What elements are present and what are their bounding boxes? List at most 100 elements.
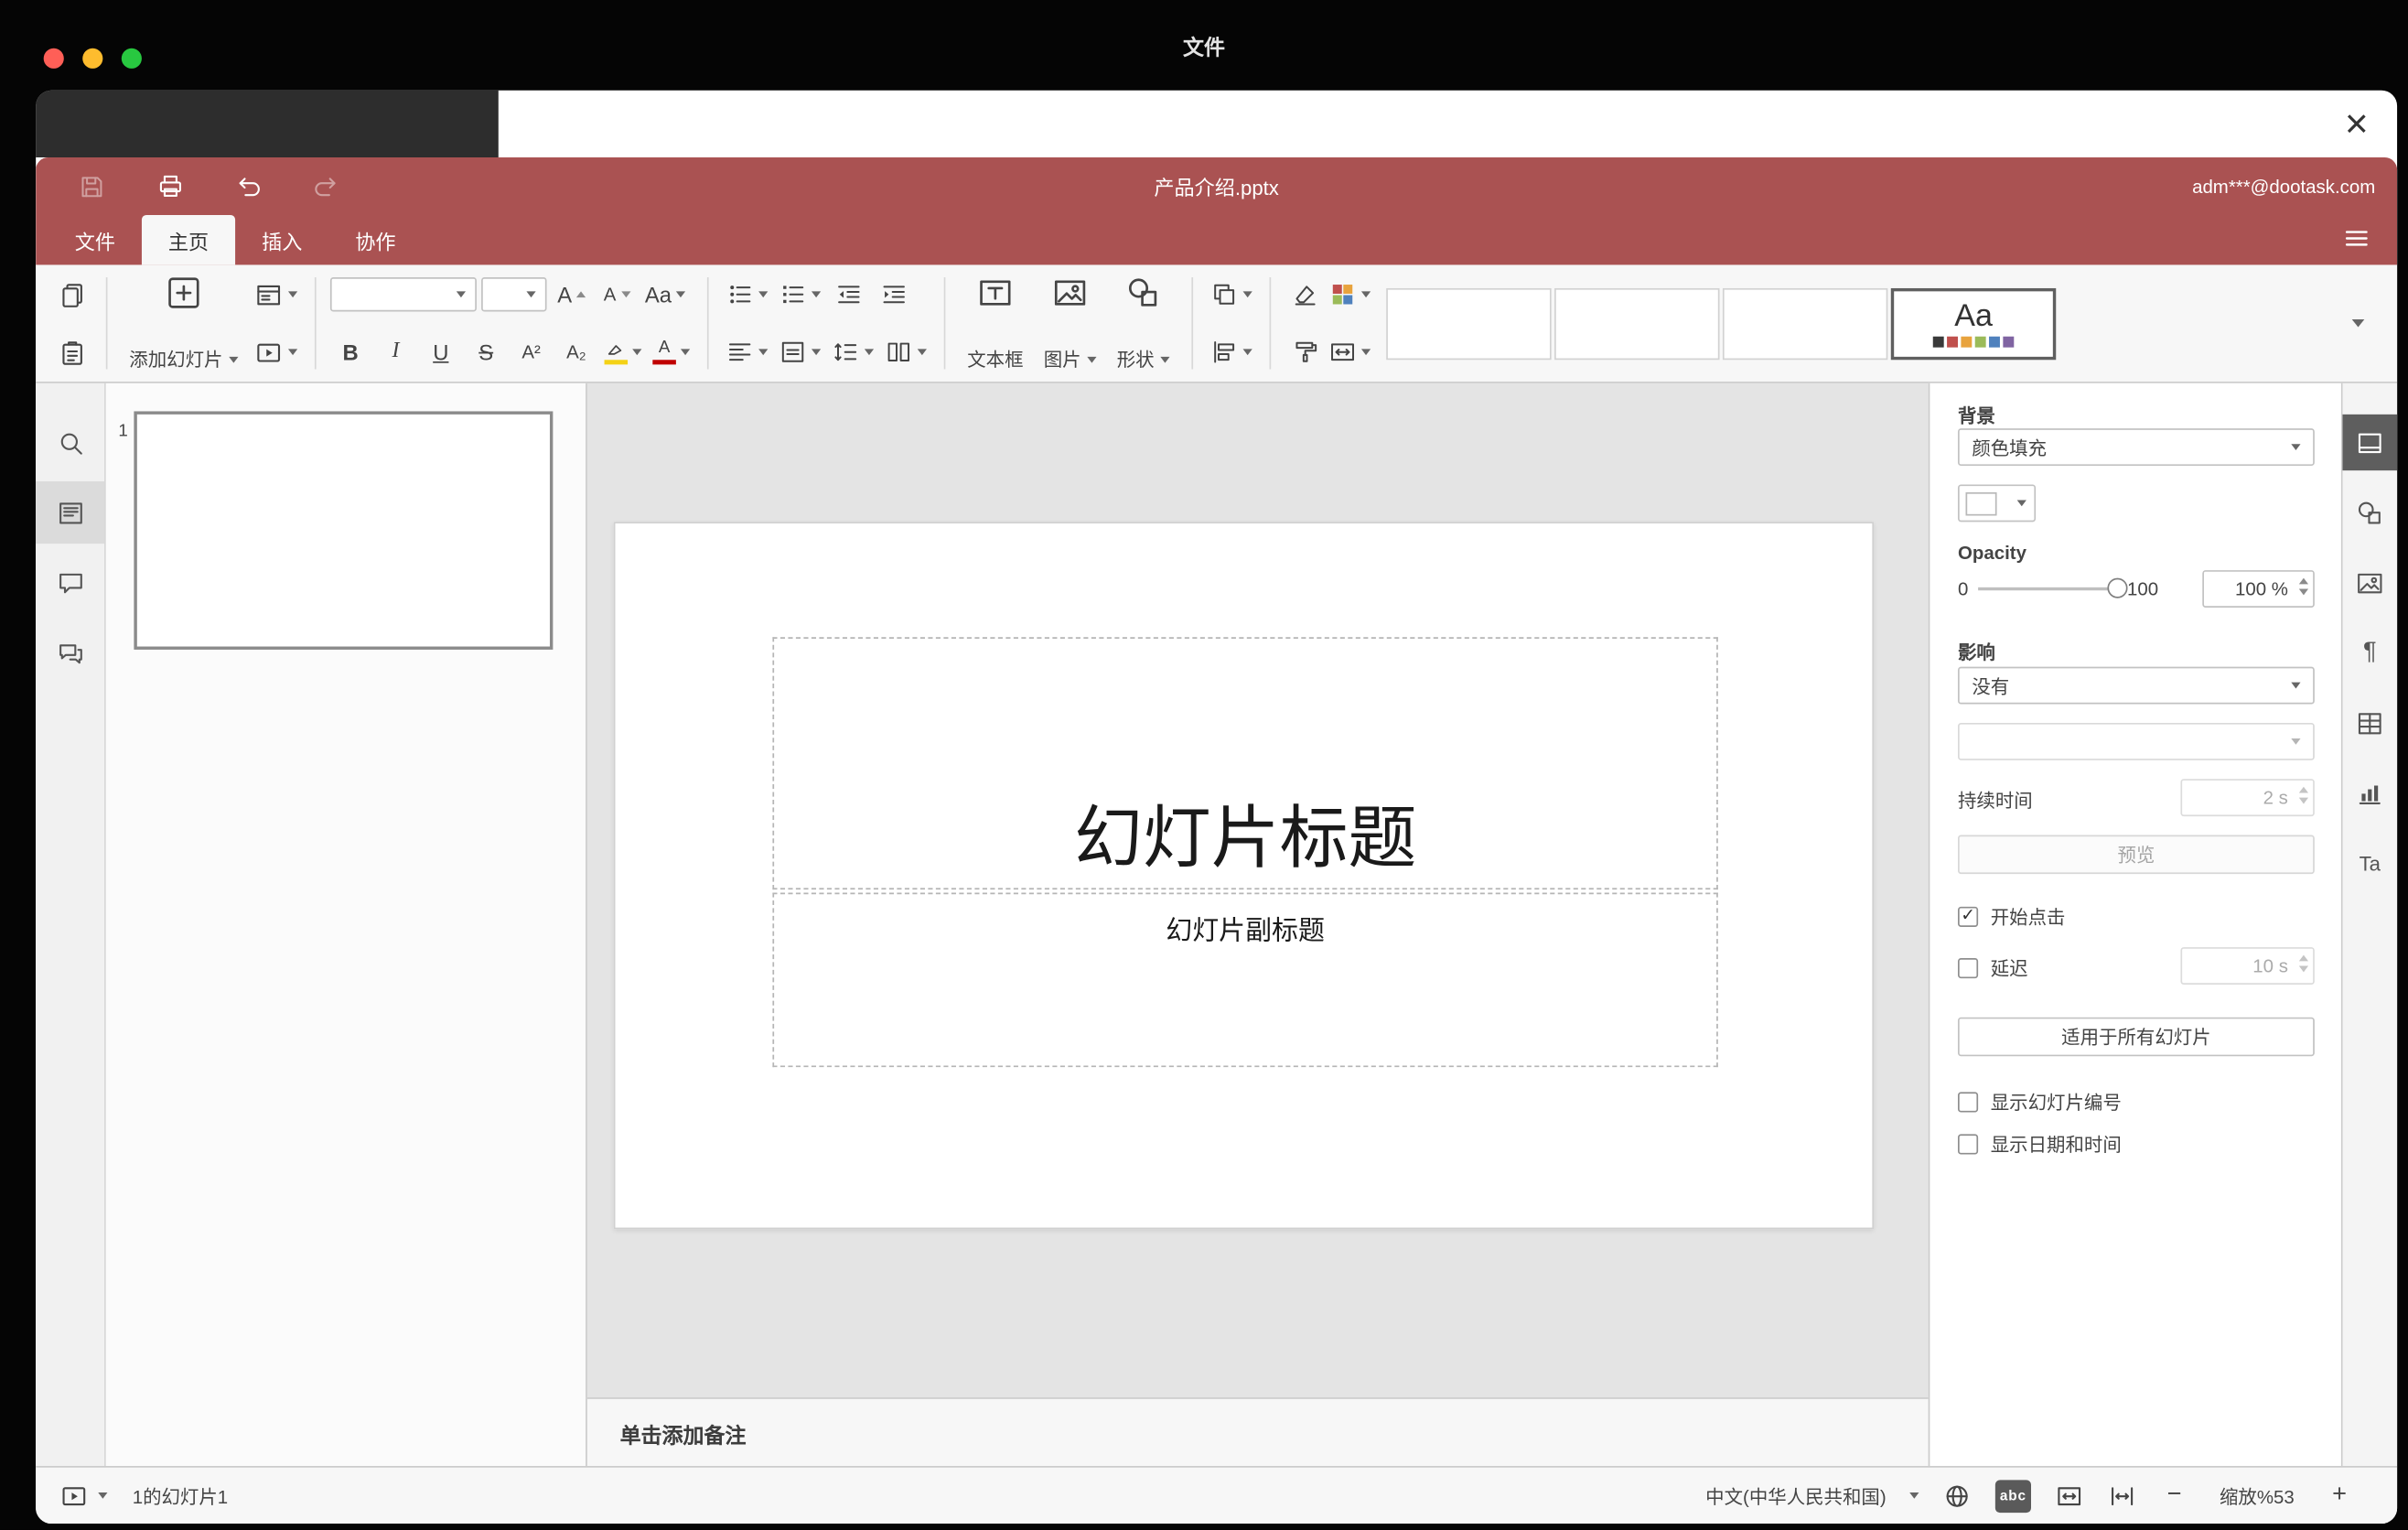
start-slideshow-button[interactable] — [251, 332, 300, 372]
close-window-button[interactable] — [43, 48, 64, 69]
apply-to-all-slides-button[interactable]: 适用于所有幻灯片 — [1957, 1017, 2315, 1057]
effect-select[interactable]: 没有 — [1957, 666, 2315, 705]
duration-spinbox[interactable]: 2 s — [2180, 779, 2315, 817]
horizontal-align-button[interactable] — [723, 332, 771, 372]
theme-thumbnail-3[interactable] — [1723, 287, 1888, 360]
chevron-down-icon[interactable] — [98, 1492, 108, 1499]
comments-button[interactable] — [36, 552, 104, 614]
strikethrough-button[interactable]: S — [466, 332, 506, 372]
delay-spinbox[interactable]: 10 s — [2180, 947, 2315, 985]
highlight-color-button[interactable] — [601, 332, 645, 372]
image-label: 图片 — [1043, 349, 1081, 372]
decrease-indent-button[interactable] — [829, 275, 869, 315]
font-name-select[interactable] — [329, 277, 477, 312]
minimize-window-button[interactable] — [82, 48, 103, 69]
underline-button[interactable]: U — [421, 332, 461, 372]
copy-style-button[interactable] — [1285, 332, 1326, 372]
slide-settings-button[interactable] — [2341, 414, 2398, 471]
align-shapes-button[interactable] — [1208, 332, 1256, 372]
slide-layout-button[interactable] — [251, 275, 300, 315]
decrease-font-size-button[interactable]: A — [597, 275, 637, 315]
spellcheck-button[interactable]: abc — [1994, 1479, 2032, 1513]
increase-indent-button[interactable] — [874, 275, 914, 315]
textart-settings-button[interactable]: Ta — [2342, 835, 2397, 891]
paste-button[interactable] — [51, 332, 91, 372]
slide-canvas[interactable]: 幻灯片标题 幻灯片副标题 — [587, 383, 1929, 1397]
tab-file[interactable]: 文件 — [48, 215, 142, 264]
clear-style-button[interactable] — [1285, 275, 1326, 315]
bold-button[interactable]: B — [330, 332, 371, 372]
insert-textbox-button[interactable]: 文本框 — [960, 273, 1031, 374]
fit-width-button[interactable] — [2107, 1481, 2136, 1510]
arrange-shapes-button[interactable] — [1208, 275, 1256, 315]
preview-button[interactable]: 预览 — [1957, 835, 2315, 875]
font-size-select[interactable] — [481, 277, 547, 312]
opacity-slider[interactable] — [1977, 577, 2128, 598]
theme-gallery-expand-button[interactable] — [2338, 303, 2378, 343]
vertical-align-button[interactable] — [776, 332, 824, 372]
theme-thumbnail-selected[interactable]: Aa — [1890, 287, 2057, 360]
increase-font-size-button[interactable]: A — [552, 275, 592, 315]
title-placeholder[interactable]: 幻灯片标题 — [772, 637, 1718, 890]
redo-icon[interactable] — [308, 169, 342, 203]
zoom-out-button[interactable]: − — [2160, 1482, 2188, 1510]
chart-settings-button[interactable] — [2342, 765, 2397, 821]
document-language-button[interactable] — [1942, 1481, 1972, 1510]
insert-shape-button[interactable]: 形状 — [1109, 273, 1177, 374]
show-slide-number-checkbox[interactable] — [1957, 1091, 1979, 1112]
save-icon[interactable] — [75, 169, 109, 203]
notes-area[interactable]: 单击添加备注 — [586, 1397, 1929, 1467]
subtitle-placeholder[interactable]: 幻灯片副标题 — [772, 892, 1718, 1068]
up-arrow-icon — [2298, 786, 2309, 793]
fill-color-select[interactable] — [1957, 484, 2037, 523]
chevron-down-icon[interactable] — [1909, 1492, 1919, 1499]
menu-icon[interactable] — [2339, 221, 2373, 255]
opacity-spinbox[interactable]: 100 % — [2202, 570, 2315, 608]
opacity-slider-knob[interactable] — [2106, 577, 2128, 598]
slide[interactable]: 幻灯片标题 幻灯片副标题 — [613, 522, 1875, 1230]
shape-settings-button[interactable] — [2342, 484, 2397, 540]
insert-image-button[interactable]: 图片 — [1036, 273, 1104, 374]
search-button[interactable] — [36, 411, 104, 473]
tab-insert[interactable]: 插入 — [235, 215, 328, 264]
slide-size-button[interactable] — [1326, 332, 1374, 372]
italic-button[interactable]: I — [375, 332, 415, 372]
color-scheme-button[interactable] — [1326, 275, 1374, 315]
language-select[interactable]: 中文(中华人民共和国) — [1705, 1482, 1886, 1509]
slide-thumbnail[interactable] — [134, 411, 554, 650]
spinner-arrows[interactable] — [2298, 786, 2309, 804]
zoom-window-button[interactable] — [121, 48, 142, 69]
add-slide-button[interactable]: 添加幻灯片 — [122, 273, 246, 374]
theme-thumbnail-2[interactable] — [1554, 287, 1720, 360]
slides-panel-button[interactable] — [36, 481, 105, 544]
paragraph-settings-button[interactable]: ¶ — [2342, 625, 2397, 681]
superscript-button[interactable]: A² — [511, 332, 551, 372]
chat-button[interactable] — [36, 621, 104, 684]
print-icon[interactable] — [153, 169, 187, 203]
fill-type-select[interactable]: 颜色填充 — [1957, 428, 2315, 467]
line-spacing-button[interactable] — [829, 332, 877, 372]
theme-thumbnail-1[interactable] — [1386, 287, 1552, 360]
numbering-button[interactable] — [776, 275, 824, 315]
spinner-arrows[interactable] — [2298, 954, 2309, 973]
columns-button[interactable] — [882, 332, 930, 372]
undo-icon[interactable] — [231, 169, 264, 203]
fit-slide-button[interactable] — [2055, 1481, 2084, 1510]
tab-collaboration[interactable]: 协作 — [328, 215, 422, 264]
font-color-button[interactable]: A — [650, 332, 693, 372]
change-case-button[interactable]: Aa — [641, 275, 688, 315]
start-on-click-checkbox[interactable]: ✓ — [1957, 905, 1979, 927]
delay-checkbox[interactable] — [1957, 957, 1979, 978]
effect-variant-select[interactable] — [1957, 722, 2315, 760]
show-date-time-checkbox[interactable] — [1957, 1133, 1979, 1154]
bullets-button[interactable] — [723, 275, 771, 315]
subscript-button[interactable]: A₂ — [556, 332, 597, 372]
close-icon[interactable]: × — [2332, 97, 2381, 150]
image-settings-button[interactable] — [2342, 555, 2397, 610]
table-settings-button[interactable] — [2342, 695, 2397, 750]
copy-button[interactable] — [51, 275, 91, 315]
zoom-in-button[interactable]: + — [2326, 1482, 2354, 1510]
tab-home[interactable]: 主页 — [141, 214, 236, 265]
start-slideshow-status-button[interactable] — [59, 1481, 89, 1510]
spinner-arrows[interactable] — [2298, 577, 2309, 596]
